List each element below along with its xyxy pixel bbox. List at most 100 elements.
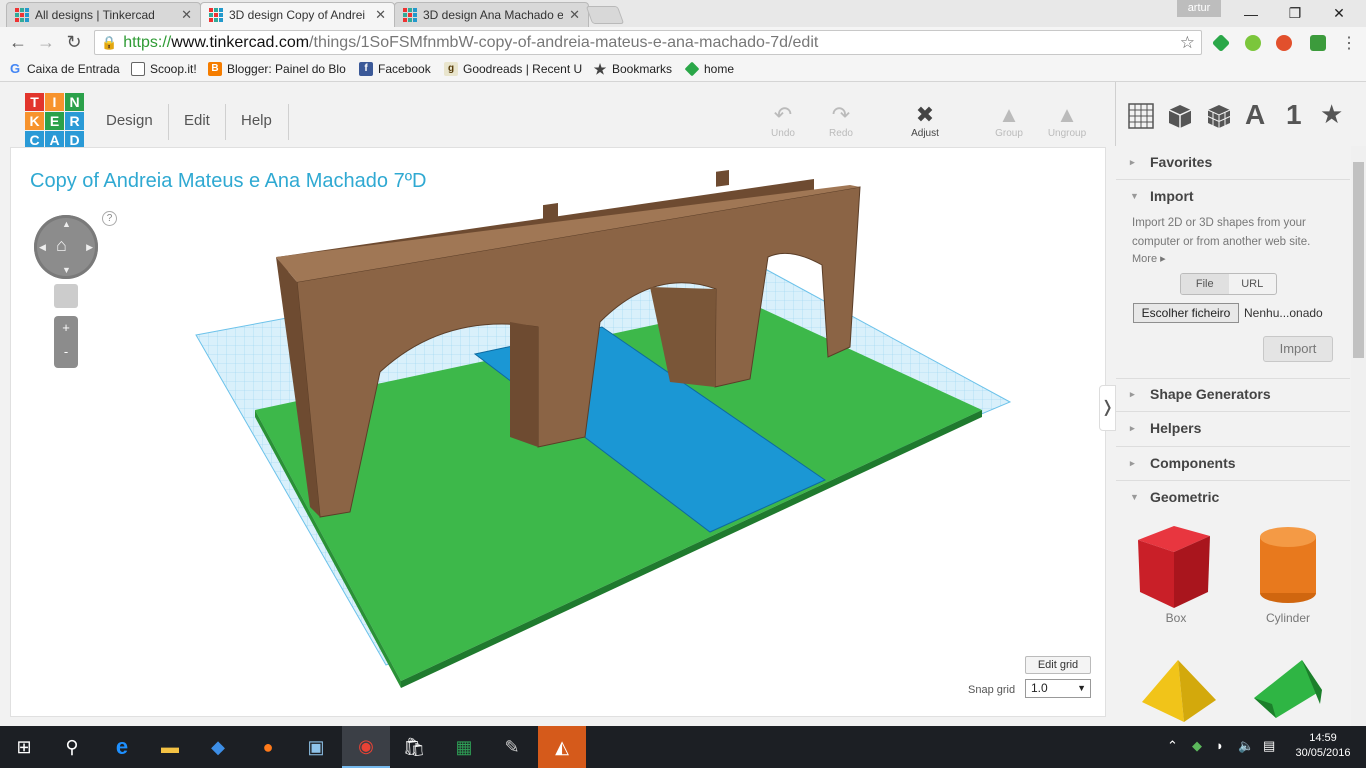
control-panel-icon[interactable]: ▣ <box>292 726 340 768</box>
choose-file-button[interactable]: Escolher ficheiro <box>1133 303 1239 323</box>
address-bar[interactable]: 🔒 https://www.tinkercad.com/things/1SoFS… <box>94 30 1202 55</box>
url-host: www.tinkercad.com <box>171 33 310 51</box>
bookmark-scoop-it[interactable]: Scoop.it! <box>131 62 197 76</box>
clock-date: 30/05/2016 <box>1295 747 1351 759</box>
pyramid-shape-icon[interactable] <box>1138 658 1218 724</box>
section-components[interactable]: ▸ Components <box>1130 455 1236 471</box>
url-tab[interactable]: URL <box>1229 274 1277 294</box>
notifications-icon[interactable]: ▤ <box>1263 738 1275 754</box>
group-button[interactable]: ▲ Group <box>983 102 1035 139</box>
new-tab-button[interactable] <box>585 6 625 24</box>
section-import[interactable]: ▼ Import <box>1130 188 1194 204</box>
bookmark-bookmarks[interactable]: ★ Bookmarks <box>593 62 672 76</box>
import-more-link[interactable]: More ▸ <box>1132 252 1166 265</box>
section-favorites[interactable]: ▸ Favorites <box>1130 154 1212 170</box>
section-shape-generators[interactable]: ▸ Shape Generators <box>1130 386 1271 402</box>
pencil-extension-icon[interactable] <box>1276 35 1292 51</box>
minimize-icon[interactable]: — <box>1228 0 1274 27</box>
bookmark-goodreads[interactable]: g Goodreads | Recent U <box>444 62 582 76</box>
snap-grid-select[interactable]: 1.0 ▼ <box>1025 679 1091 698</box>
excel-icon[interactable]: ▦ <box>440 726 488 768</box>
mesh-cube-icon[interactable] <box>1206 103 1232 134</box>
menu-help[interactable]: Help <box>241 112 272 129</box>
browser-tab-ana-machado[interactable]: 3D design Ana Machado e ✕ <box>394 2 589 27</box>
divider <box>1116 378 1350 379</box>
edge-browser-icon[interactable]: e <box>98 726 146 768</box>
orbit-down-icon[interactable]: ▼ <box>62 265 71 275</box>
firefox-icon[interactable]: ● <box>244 726 292 768</box>
section-helpers[interactable]: ▸ Helpers <box>1130 420 1201 436</box>
star-icon[interactable]: ★ <box>1320 99 1343 130</box>
store-icon[interactable]: 🛍 <box>390 726 438 768</box>
bookmark-facebook[interactable]: f Facebook <box>359 62 431 76</box>
search-icon[interactable]: ⚲ <box>48 726 96 768</box>
bookmark-caixa-de-entrada[interactable]: G Caixa de Entrada <box>8 62 120 77</box>
menu-edit[interactable]: Edit <box>184 112 210 129</box>
restore-icon[interactable]: ❐ <box>1272 0 1318 27</box>
tray-chevron-up-icon[interactable]: ⌃ <box>1167 738 1178 754</box>
menu-design[interactable]: Design <box>106 112 153 129</box>
reload-icon[interactable]: ↻ <box>62 32 86 53</box>
3d-scene[interactable] <box>10 147 1106 717</box>
wifi-icon[interactable]: ◗ <box>1216 738 1224 753</box>
file-tab[interactable]: File <box>1181 274 1229 294</box>
chevron-right-icon: ▸ <box>1130 388 1135 399</box>
adjust-button[interactable]: ✖ Adjust <box>899 102 951 139</box>
file-explorer-icon[interactable]: ▬ <box>146 726 194 768</box>
text-A-icon[interactable]: A <box>1245 99 1265 131</box>
green-dot-extension-icon[interactable] <box>1245 35 1261 51</box>
forward-arrow-icon[interactable]: → <box>34 32 58 53</box>
close-tab-icon[interactable]: ✕ <box>569 7 580 23</box>
orbit-left-icon[interactable]: ◀ <box>39 242 46 253</box>
view-cube-icon[interactable] <box>54 284 78 308</box>
panel-scrollbar[interactable] <box>1351 146 1366 726</box>
browser-tab-current-design[interactable]: 3D design Copy of Andrei ✕ <box>200 2 395 27</box>
cube-icon[interactable] <box>1167 103 1193 134</box>
box-shape-icon[interactable] <box>1134 522 1214 610</box>
orbit-control[interactable]: ▲ ▼ ◀ ▶ ⌂ <box>34 215 98 279</box>
edit-grid-button[interactable]: Edit grid <box>1025 656 1091 674</box>
chrome-menu-icon[interactable]: ⋮ <box>1341 33 1357 53</box>
zoom-in-icon[interactable]: + <box>54 320 78 335</box>
section-geometric[interactable]: ▼ Geometric <box>1130 489 1219 505</box>
tinkercad-logo[interactable]: T I N K E R C A D <box>25 93 85 151</box>
roof-shape-icon[interactable] <box>1250 658 1324 720</box>
back-arrow-icon[interactable]: ← <box>6 32 30 53</box>
cylinder-shape-icon[interactable] <box>1256 525 1320 605</box>
home-view-icon[interactable]: ⌂ <box>56 235 67 256</box>
import-button[interactable]: Import <box>1263 336 1333 362</box>
divider <box>1116 480 1350 481</box>
dropbox-icon[interactable]: ◆ <box>194 726 242 768</box>
volume-icon[interactable]: 🔈 <box>1238 738 1254 754</box>
shield-extension-icon[interactable] <box>1310 35 1326 51</box>
close-tab-icon[interactable]: ✕ <box>375 7 386 23</box>
inkscape-icon[interactable]: ◭ <box>538 726 586 768</box>
chrome-icon[interactable]: ◉ <box>342 726 390 768</box>
group-icon: ▲ <box>998 102 1020 127</box>
profile-badge[interactable]: artur <box>1177 0 1221 17</box>
windows-start-icon[interactable]: ⊞ <box>0 726 48 768</box>
scrollbar-thumb[interactable] <box>1353 162 1364 358</box>
browser-tab-all-designs[interactable]: All designs | Tinkercad ✕ <box>6 2 201 27</box>
gimp-icon[interactable]: ✎ <box>488 726 536 768</box>
redo-button[interactable]: ↷ Redo <box>815 102 867 139</box>
ungroup-button[interactable]: ▲ Ungroup <box>1041 102 1093 139</box>
bookmark-star-icon[interactable]: ☆ <box>1180 33 1195 53</box>
group-label: Group <box>995 128 1023 139</box>
orbit-up-icon[interactable]: ▲ <box>62 219 71 229</box>
bookmark-label: home <box>704 62 735 76</box>
tray-feedly-icon[interactable]: ◆ <box>1192 738 1202 754</box>
zoom-out-icon[interactable]: - <box>54 344 78 359</box>
bookmark-blogger[interactable]: B Blogger: Painel do Blo <box>208 62 346 76</box>
help-icon[interactable]: ? <box>102 211 117 226</box>
collapse-panel-chevron-icon[interactable]: ❭ <box>1099 385 1116 431</box>
divider <box>1116 411 1350 412</box>
undo-button[interactable]: ↶ Undo <box>757 102 809 139</box>
bookmark-home[interactable]: home <box>684 61 735 77</box>
orbit-right-icon[interactable]: ▶ <box>86 242 93 253</box>
close-window-icon[interactable]: ✕ <box>1316 0 1362 27</box>
close-tab-icon[interactable]: ✕ <box>181 7 192 23</box>
taskbar-clock[interactable]: 14:59 30/05/2016 <box>1292 731 1354 761</box>
grid-icon[interactable] <box>1128 103 1154 134</box>
number-1-icon[interactable]: 1 <box>1286 99 1302 131</box>
